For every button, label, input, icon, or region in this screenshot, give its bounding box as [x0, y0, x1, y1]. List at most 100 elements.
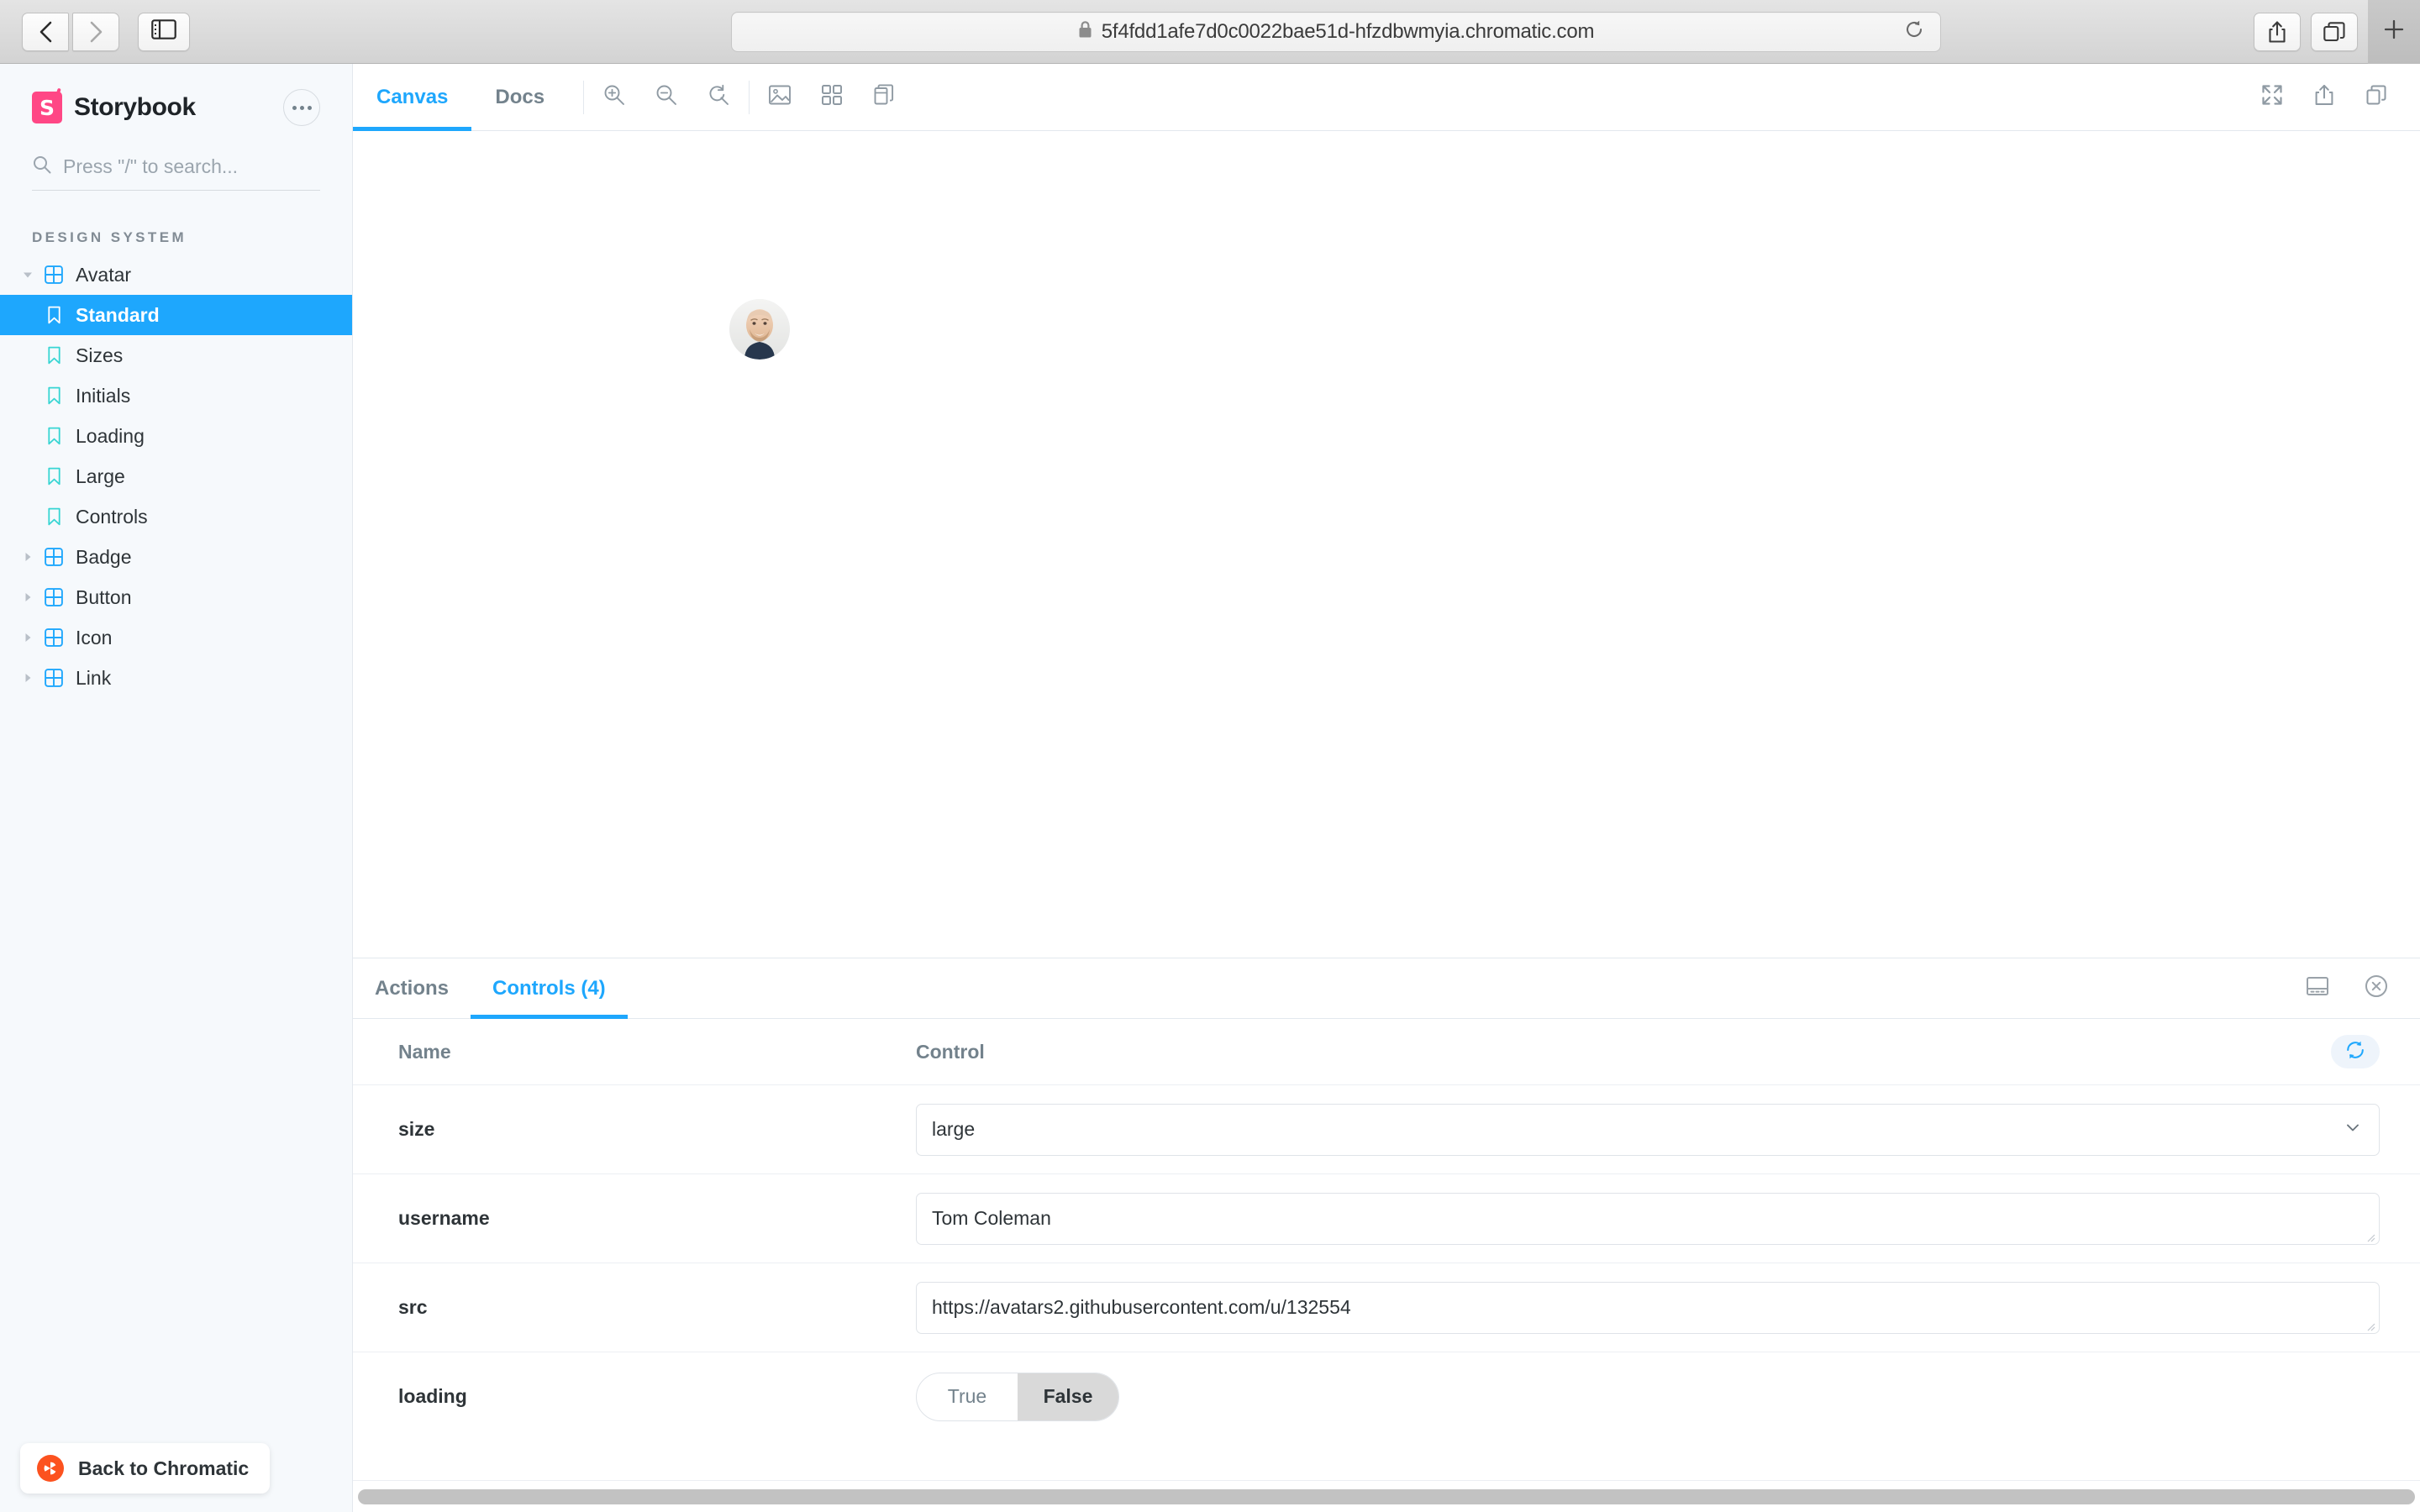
table-row: loading True False	[353, 1352, 2420, 1441]
sidebar-item-avatar[interactable]: Avatar	[0, 255, 352, 295]
sidebar-item-label: Badge	[76, 545, 132, 568]
controls-table: Name Control size large username Tom Col…	[353, 1019, 2420, 1480]
copy-link-button[interactable]	[2361, 82, 2391, 113]
tab-canvas[interactable]: Canvas	[353, 64, 472, 131]
component-grid-icon	[39, 548, 69, 566]
sidebar-item-label: Loading	[76, 424, 145, 447]
panel-position-button[interactable]	[2302, 974, 2333, 1004]
sidebar-item-initials[interactable]: Initials	[0, 375, 352, 416]
size-select-value: large	[932, 1118, 976, 1140]
control-cell-src: https://avatars2.githubusercontent.com/u…	[916, 1281, 2420, 1334]
storybook-brand[interactable]: S Storybook	[32, 87, 196, 123]
preview-tabs: Canvas Docs	[353, 64, 568, 131]
fullscreen-icon	[2260, 83, 2284, 111]
sidebar-item-controls[interactable]: Controls	[0, 496, 352, 537]
open-in-new-tab-button[interactable]	[2309, 82, 2339, 113]
forward-button[interactable]	[72, 12, 119, 51]
loading-option-false[interactable]: False	[1018, 1373, 1118, 1420]
background-button[interactable]	[765, 82, 795, 113]
table-row: size large	[353, 1084, 2420, 1173]
sidebar-item-badge[interactable]: Badge	[0, 537, 352, 577]
search-container[interactable]	[32, 155, 320, 191]
control-name-src: src	[398, 1296, 428, 1318]
tab-docs[interactable]: Docs	[471, 64, 568, 130]
sidebar-section-title: DESIGN SYSTEM	[32, 229, 187, 245]
reset-controls-button[interactable]	[2331, 1035, 2380, 1068]
back-button[interactable]	[22, 12, 69, 51]
fullscreen-button[interactable]	[2257, 82, 2287, 113]
control-cell-size: large	[916, 1103, 2420, 1156]
sidebar-item-label: Controls	[76, 505, 148, 528]
browser-tabs-button[interactable]	[2311, 12, 2358, 51]
addons-tabbar: Actions Controls (4)	[353, 958, 2420, 1019]
bookmark-icon	[39, 467, 69, 486]
bookmark-icon	[39, 507, 69, 526]
chevron-right-icon	[17, 672, 39, 684]
avatar-photo	[729, 299, 790, 360]
new-tab-button[interactable]	[2368, 0, 2420, 64]
horizontal-scrollbar-thumb[interactable]	[358, 1488, 2415, 1504]
reload-button[interactable]	[1902, 19, 1927, 45]
component-grid-icon	[39, 628, 69, 647]
sidebar-item-label: Initials	[76, 384, 131, 407]
zoom-controls	[599, 82, 734, 113]
sidebar-item-label: Button	[76, 585, 132, 608]
toolbar-right-icons	[2257, 82, 2391, 113]
chevron-down-icon	[17, 269, 39, 281]
zoom-in-button[interactable]	[599, 82, 629, 113]
zoom-reset-button[interactable]	[703, 82, 734, 113]
reset-controls-icon	[2344, 1039, 2366, 1065]
addons-panel: Actions Controls (4) Name Control size l…	[353, 958, 2420, 1512]
browser-sidebar-toggle-button[interactable]	[138, 12, 190, 51]
search-input[interactable]	[63, 155, 320, 178]
address-bar[interactable]: 5f4fdd1afe7d0c0022bae51d-hfzdbwmyia.chro…	[731, 11, 1941, 52]
address-bar-container: 5f4fdd1afe7d0c0022bae51d-hfzdbwmyia.chro…	[731, 11, 1941, 52]
browser-share-button[interactable]	[2254, 12, 2301, 51]
sidebar-item-standard[interactable]: Standard	[0, 295, 352, 335]
zoom-out-button[interactable]	[651, 82, 681, 113]
horizontal-scrollbar[interactable]	[353, 1480, 2420, 1512]
close-panel-button[interactable]	[2361, 974, 2391, 1004]
story-preview-canvas[interactable]	[353, 131, 2420, 958]
sidebar-item-sizes[interactable]: Sizes	[0, 335, 352, 375]
grid-button[interactable]	[817, 82, 847, 113]
chevron-right-icon	[17, 551, 39, 563]
src-textarea[interactable]: https://avatars2.githubusercontent.com/u…	[916, 1281, 2380, 1334]
tab-actions[interactable]: Actions	[353, 958, 471, 1018]
control-name-size: size	[398, 1118, 435, 1140]
sidebar-menu-button[interactable]	[283, 89, 320, 126]
sidebar-toggle-icon	[151, 19, 176, 44]
copy-link-icon	[2365, 84, 2387, 110]
toolbar-divider	[583, 80, 585, 114]
zoom-out-icon	[655, 83, 678, 111]
bookmark-icon	[39, 306, 69, 324]
sidebar: S Storybook DESIGN SYSTEM	[0, 64, 353, 1512]
close-circle-icon	[2365, 974, 2388, 1002]
sidebar-item-button[interactable]: Button	[0, 577, 352, 617]
chevron-right-icon	[17, 591, 39, 603]
chevron-right-icon	[17, 632, 39, 643]
tabs-overview-icon	[2323, 21, 2345, 42]
chevron-down-icon	[2344, 1118, 2362, 1142]
search-icon	[32, 155, 52, 179]
component-grid-icon	[39, 588, 69, 606]
loading-boolean-toggle[interactable]: True False	[916, 1372, 1119, 1421]
tab-controls[interactable]: Controls (4)	[471, 958, 628, 1019]
browser-nav-group	[22, 12, 119, 51]
chevron-left-icon	[37, 19, 54, 45]
username-textarea[interactable]: Tom Coleman	[916, 1192, 2380, 1245]
toolbar-divider-2	[749, 80, 750, 114]
sidebar-item-icon[interactable]: Icon	[0, 617, 352, 658]
component-grid-icon	[39, 669, 69, 687]
back-to-chromatic-button[interactable]: Back to Chromatic	[20, 1443, 271, 1494]
control-name-username: username	[398, 1207, 490, 1229]
measure-button[interactable]	[869, 82, 899, 113]
storybook-title: Storybook	[74, 93, 196, 121]
sidebar-item-link[interactable]: Link	[0, 658, 352, 698]
bookmark-icon	[39, 346, 69, 365]
back-to-chromatic-label: Back to Chromatic	[78, 1457, 250, 1479]
sidebar-item-large[interactable]: Large	[0, 456, 352, 496]
size-select[interactable]: large	[916, 1103, 2380, 1156]
sidebar-item-loading[interactable]: Loading	[0, 416, 352, 456]
loading-option-true[interactable]: True	[917, 1373, 1018, 1420]
